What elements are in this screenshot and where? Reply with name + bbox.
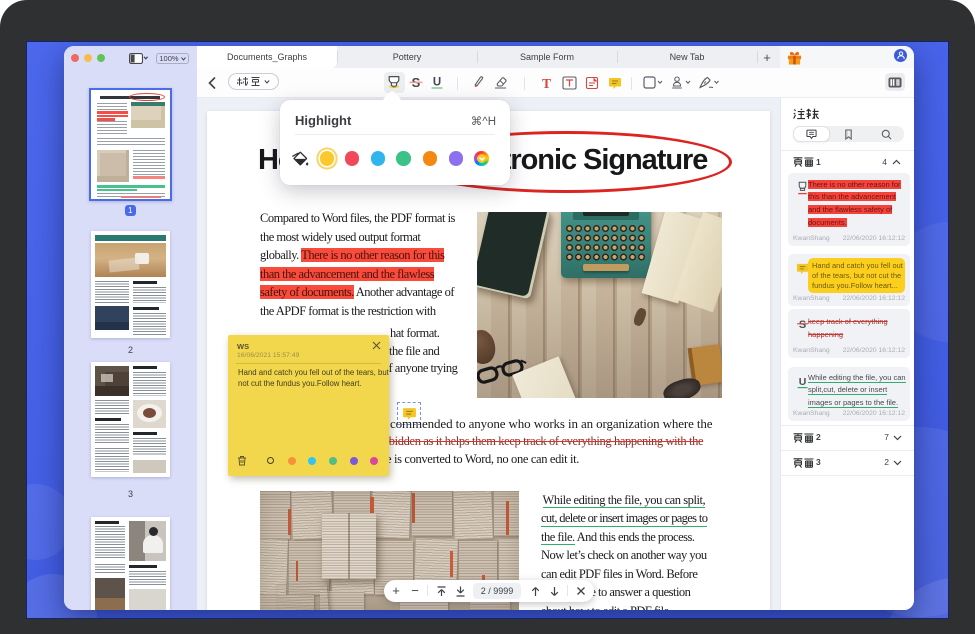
svg-text:U: U (433, 77, 441, 89)
svg-text:T: T (541, 76, 550, 90)
svg-text:S: S (799, 319, 806, 331)
svg-text:U: U (799, 376, 807, 388)
